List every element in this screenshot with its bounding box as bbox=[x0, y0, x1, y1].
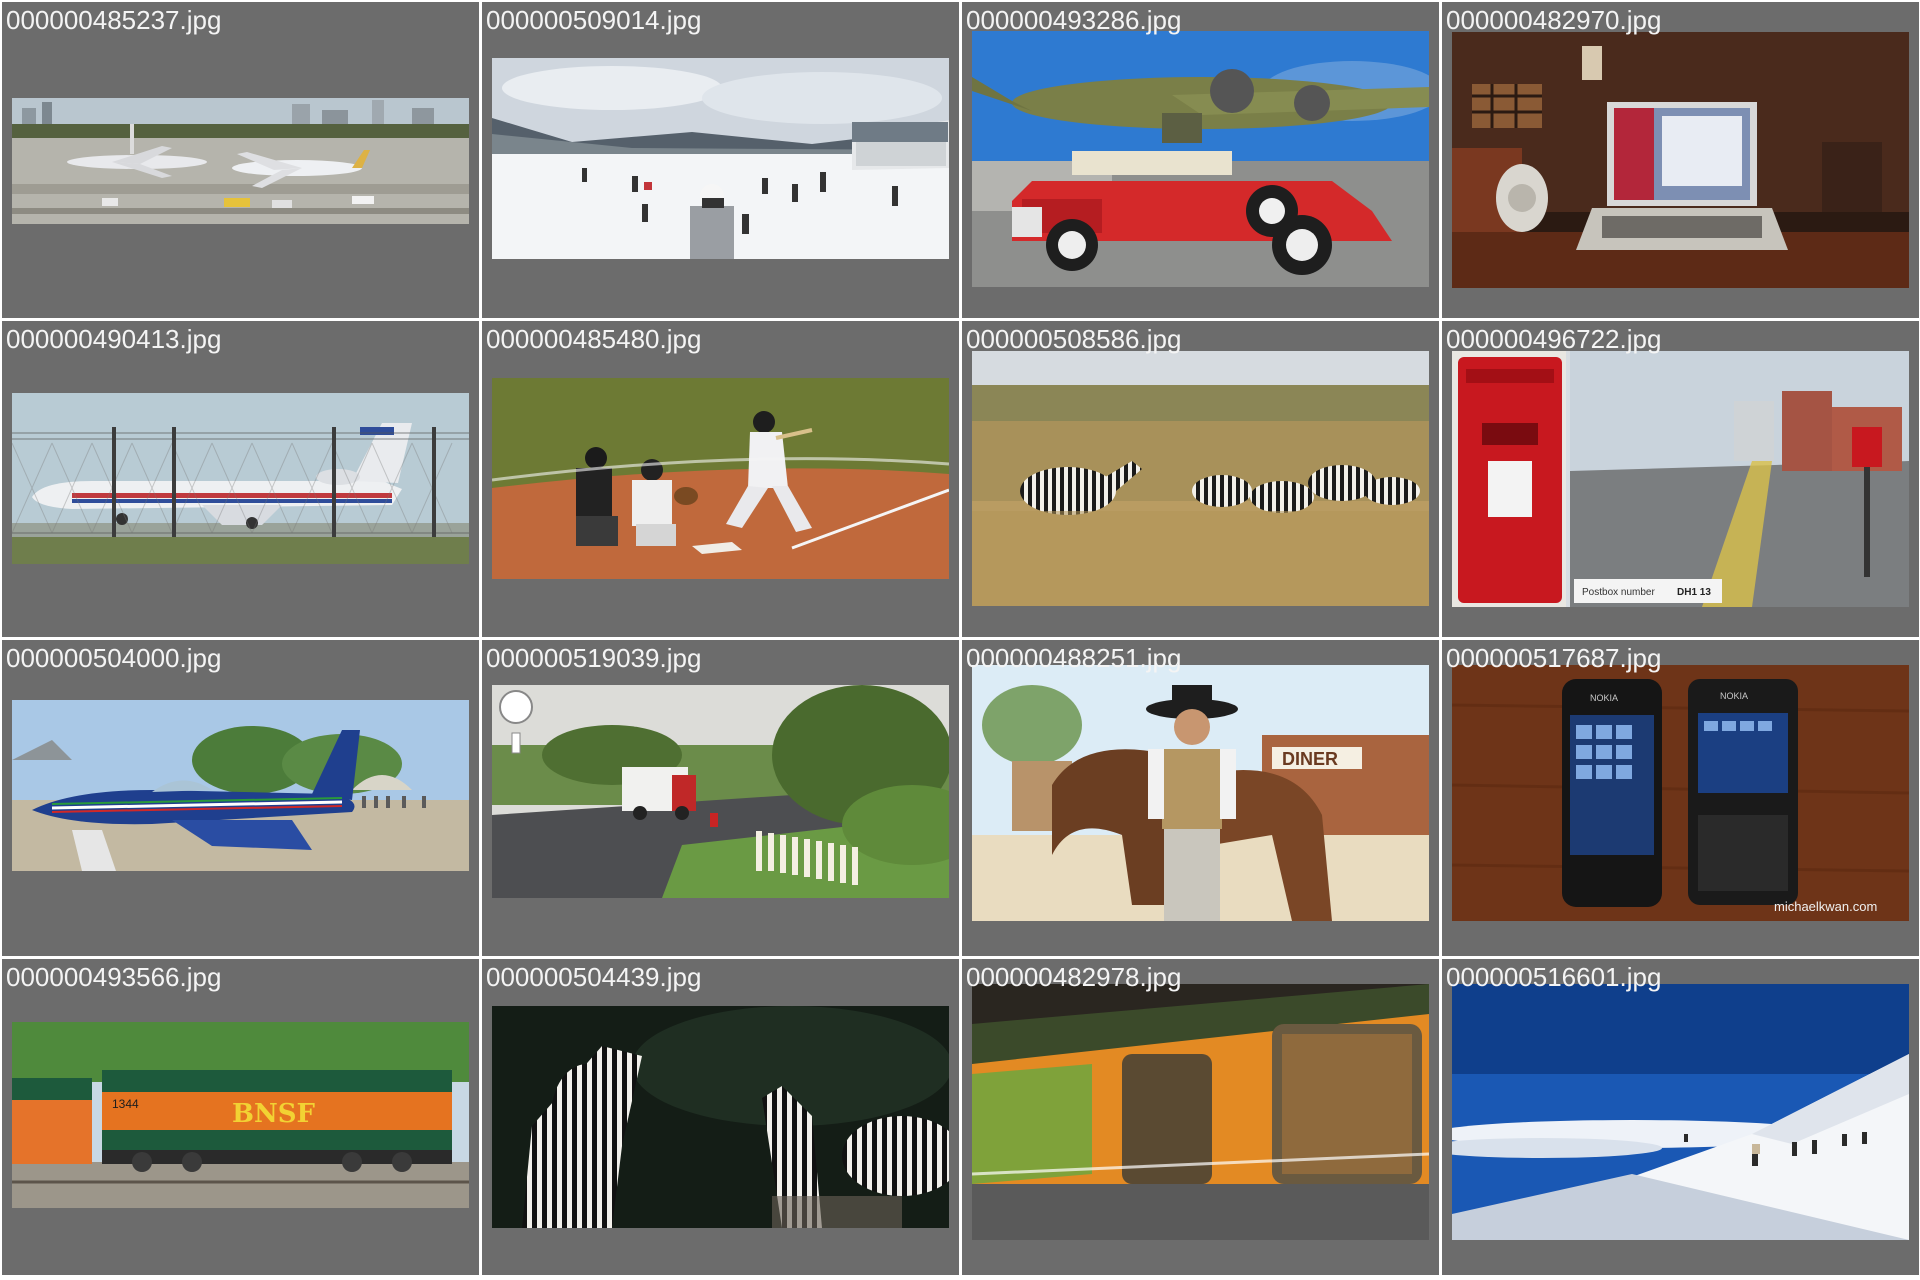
bnsf-lettering: BNSF bbox=[232, 1099, 316, 1129]
thumbnail-image-mountain-skiers[interactable] bbox=[1452, 984, 1909, 1240]
thumbnail-image-jet-trainer[interactable] bbox=[12, 700, 469, 871]
thumbnail-cell[interactable]: 000000509014.jpg bbox=[482, 2, 959, 318]
thumbnail-filename: 000000508586.jpg bbox=[966, 324, 1182, 354]
thumbnail-filename: 000000485480.jpg bbox=[486, 324, 702, 354]
thumbnail-filename: 000000504439.jpg bbox=[486, 962, 702, 992]
thumbnail-cell[interactable]: 000000516601.jpg bbox=[1442, 959, 1919, 1275]
thumbnail-filename: 000000482978.jpg bbox=[966, 962, 1182, 992]
thumbnail-filename: 000000488251.jpg bbox=[966, 643, 1182, 673]
thumbnail-image-zebras-night[interactable] bbox=[492, 1006, 949, 1228]
thumbnail-image-street-view[interactable] bbox=[492, 685, 949, 898]
thumbnail-image-orange-train[interactable] bbox=[972, 984, 1429, 1240]
thumbnail-image-zebras-savanna[interactable] bbox=[972, 351, 1429, 606]
locomotive-number: 1344 bbox=[112, 1097, 139, 1111]
thumbnail-cell[interactable]: 000000485237.jpg bbox=[2, 2, 479, 318]
thumbnail-cell[interactable]: 000000482970.jpg bbox=[1442, 2, 1919, 318]
thumbnail-image-car-and-bomber[interactable] bbox=[972, 31, 1429, 287]
thumbnail-cell[interactable]: 000000508586.jpg bbox=[962, 321, 1439, 637]
thumbnail-filename: 000000519039.jpg bbox=[486, 643, 702, 673]
thumbnail-filename: 000000490413.jpg bbox=[6, 324, 222, 354]
thumbnail-filename: 000000509014.jpg bbox=[486, 5, 702, 35]
thumbnail-image-baseball[interactable] bbox=[492, 378, 949, 579]
thumbnail-cell[interactable]: 000000519039.jpg bbox=[482, 640, 959, 956]
thumbnail-image-regional-jet[interactable] bbox=[12, 393, 469, 564]
thumbnail-cell[interactable]: 000000490413.jpg bbox=[2, 321, 479, 637]
thumbnail-image-locomotive[interactable]: BNSF 1344 bbox=[12, 1022, 469, 1208]
thumbnail-cell[interactable]: 000000517687.jpg NOKIA NOKIA michaelkwan… bbox=[1442, 640, 1919, 956]
thumbnail-cell[interactable]: 000000496722.jpg Postbox number DH1 13 bbox=[1442, 321, 1919, 637]
thumbnail-image-cowboy[interactable]: DINER bbox=[972, 665, 1429, 921]
thumbnail-cell[interactable]: 000000488251.jpg DINER bbox=[962, 640, 1439, 956]
thumbnail-filename: 000000493566.jpg bbox=[6, 962, 222, 992]
phone-brand-right: NOKIA bbox=[1720, 691, 1748, 701]
thumbnail-cell[interactable]: 000000485480.jpg bbox=[482, 321, 959, 637]
thumbnail-image-laptop[interactable] bbox=[1452, 32, 1909, 288]
postbox-caption: Postbox number bbox=[1582, 587, 1655, 598]
phone-brand-left: NOKIA bbox=[1590, 693, 1618, 703]
thumbnail-filename: 000000482970.jpg bbox=[1446, 5, 1662, 35]
thumbnail-image-ski-slope[interactable] bbox=[492, 58, 949, 259]
thumbnail-filename: 000000493286.jpg bbox=[966, 5, 1182, 35]
thumbnail-image-nokia-phones[interactable]: NOKIA NOKIA michaelkwan.com bbox=[1452, 665, 1909, 921]
diner-sign: DINER bbox=[1282, 749, 1338, 769]
thumbnail-image-airport[interactable] bbox=[12, 98, 469, 224]
watermark-text: michaelkwan.com bbox=[1774, 899, 1877, 914]
postbox-caption-value: DH1 13 bbox=[1677, 587, 1711, 598]
thumbnail-filename: 000000485237.jpg bbox=[6, 5, 222, 35]
thumbnail-cell[interactable]: 000000493566.jpg BNSF 1344 bbox=[2, 959, 479, 1275]
thumbnail-filename: 000000517687.jpg bbox=[1446, 643, 1662, 673]
thumbnail-image-postbox[interactable]: Postbox number DH1 13 bbox=[1452, 351, 1909, 607]
thumbnail-cell[interactable]: 000000482978.jpg bbox=[962, 959, 1439, 1275]
thumbnail-cell[interactable]: 000000493286.jpg bbox=[962, 2, 1439, 318]
thumbnail-filename: 000000516601.jpg bbox=[1446, 962, 1662, 992]
thumbnail-cell[interactable]: 000000504000.jpg bbox=[2, 640, 479, 956]
thumbnail-filename: 000000496722.jpg bbox=[1446, 324, 1662, 354]
thumbnail-grid: 000000485237.jpg 000000509014.jpg 000000… bbox=[0, 0, 1920, 1280]
thumbnail-filename: 000000504000.jpg bbox=[6, 643, 222, 673]
thumbnail-cell[interactable]: 000000504439.jpg bbox=[482, 959, 959, 1275]
